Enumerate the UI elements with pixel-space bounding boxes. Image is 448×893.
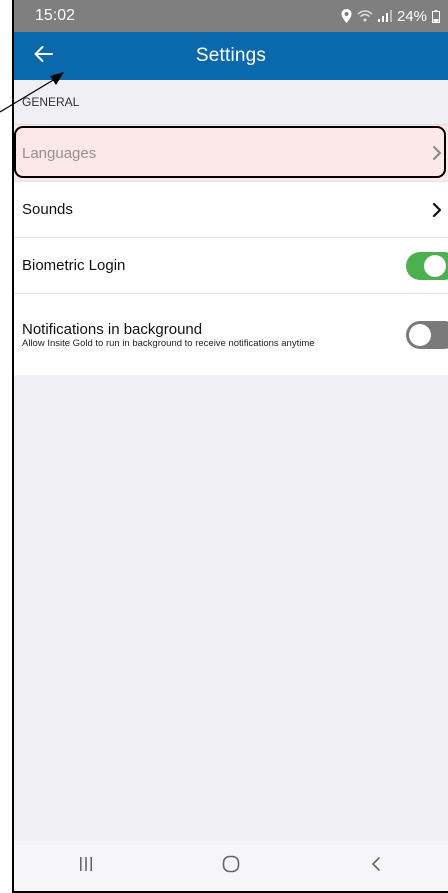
biometric-login-toggle[interactable] — [406, 251, 448, 280]
phone-screen: 15:02 24% Settings GENERAL Languages Sou… — [12, 0, 448, 893]
system-back-button[interactable] — [346, 846, 406, 886]
status-icons: 24% — [341, 8, 440, 25]
page-title: Settings — [195, 45, 267, 66]
chevron-right-icon — [430, 144, 444, 162]
wifi-icon — [357, 10, 373, 22]
settings-item-notifications-background: Notifications in background Allow Insite… — [14, 293, 448, 375]
notifications-background-toggle[interactable] — [406, 320, 448, 349]
notifications-label: Notifications in background — [22, 320, 203, 338]
section-header-general: GENERAL — [14, 80, 448, 125]
settings-item-sounds[interactable]: Sounds — [14, 181, 448, 237]
settings-item-biometric-login: Biometric Login — [14, 237, 448, 293]
location-icon — [341, 9, 352, 23]
back-arrow-icon — [33, 45, 53, 68]
app-bar: Settings — [14, 32, 448, 80]
back-button[interactable] — [28, 42, 58, 70]
status-time: 15:02 — [35, 7, 76, 24]
battery-level: 24% — [396, 7, 427, 25]
section-title: GENERAL — [22, 95, 80, 109]
notifications-text: Notifications in background Allow Insite… — [22, 321, 315, 349]
languages-label: Languages — [22, 144, 97, 162]
battery-icon — [432, 9, 440, 23]
home-icon — [222, 855, 240, 878]
settings-item-languages[interactable]: Languages — [14, 125, 448, 181]
recent-apps-button[interactable] — [56, 846, 116, 886]
system-nav-bar — [14, 841, 448, 891]
toggle-knob — [409, 323, 431, 346]
toggle-knob — [424, 254, 446, 277]
settings-list: Languages Sounds Biometric Login Notific… — [14, 125, 448, 375]
home-button[interactable] — [201, 846, 261, 886]
signal-icon — [377, 10, 392, 22]
status-bar: 15:02 24% — [14, 0, 448, 32]
sounds-label: Sounds — [22, 201, 73, 218]
chevron-right-icon — [430, 201, 444, 219]
notifications-description: Allow Insite Gold to run in background t… — [22, 337, 315, 349]
back-icon — [371, 856, 381, 877]
biometric-login-label: Biometric Login — [22, 257, 126, 274]
recent-apps-icon — [79, 856, 93, 877]
